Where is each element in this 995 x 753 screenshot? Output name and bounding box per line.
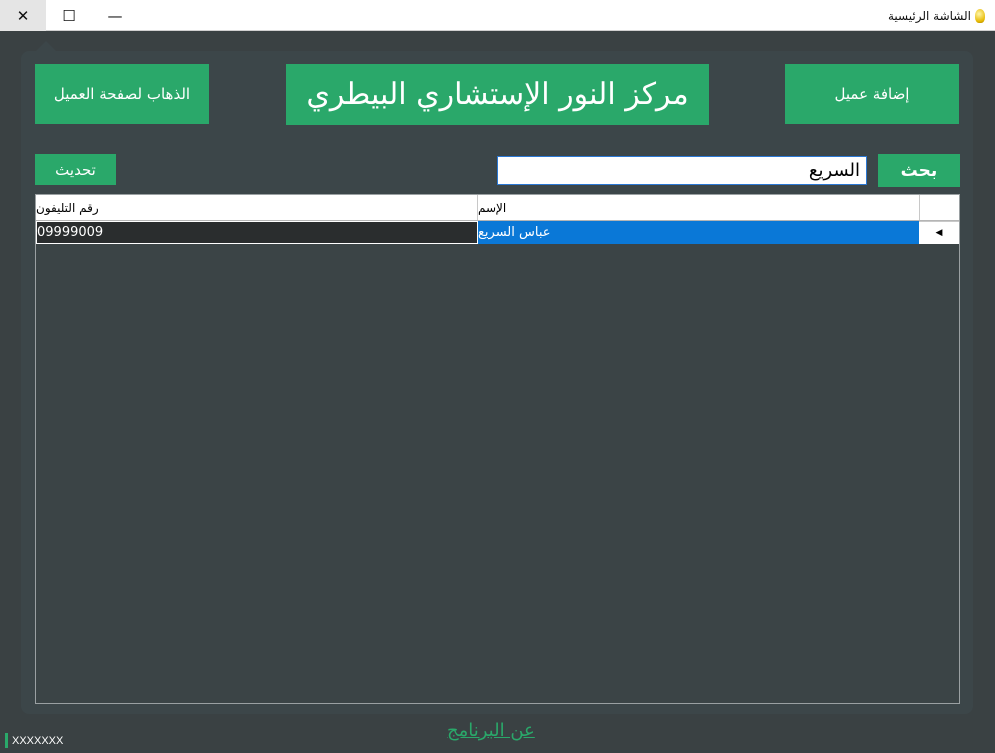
page-title: مركز النور الإستشاري البيطري xyxy=(286,64,709,125)
panel-notch xyxy=(36,41,56,51)
refresh-button[interactable]: تحديث xyxy=(35,154,116,185)
maximize-icon[interactable]: ☐ xyxy=(46,0,92,31)
minimize-icon[interactable]: — xyxy=(92,0,138,31)
current-row-arrow-icon[interactable]: ◀ xyxy=(919,221,959,244)
table-row[interactable]: 09999009 عباس السريع ◀ xyxy=(36,221,959,244)
cell-name[interactable]: عباس السريع xyxy=(478,221,919,244)
search-button[interactable]: بحث xyxy=(878,154,960,187)
add-client-button[interactable]: إضافة عميل xyxy=(785,64,959,124)
column-header-phone[interactable]: رقم التليفون xyxy=(36,195,478,220)
title-bar: ✕ ☐ — الشاشة الرئيسية xyxy=(0,0,995,31)
lightbulb-icon xyxy=(975,8,985,23)
grid-header: رقم التليفون الإسم xyxy=(36,195,959,221)
status-text: XXXXXXX xyxy=(5,733,63,748)
clients-grid[interactable]: رقم التليفون الإسم 09999009 عباس السريع … xyxy=(35,194,960,704)
window-title: الشاشة الرئيسية xyxy=(888,8,971,23)
row-header-corner xyxy=(919,195,959,220)
close-icon[interactable]: ✕ xyxy=(0,0,46,31)
column-header-name[interactable]: الإسم xyxy=(478,195,919,220)
about-program-link[interactable]: عن البرنامج xyxy=(447,720,535,741)
cell-phone[interactable]: 09999009 xyxy=(36,221,478,244)
goto-client-page-button[interactable]: الذهاب لصفحة العميل xyxy=(35,64,209,124)
search-input[interactable] xyxy=(497,156,867,185)
window-title-area: الشاشة الرئيسية xyxy=(888,0,985,31)
